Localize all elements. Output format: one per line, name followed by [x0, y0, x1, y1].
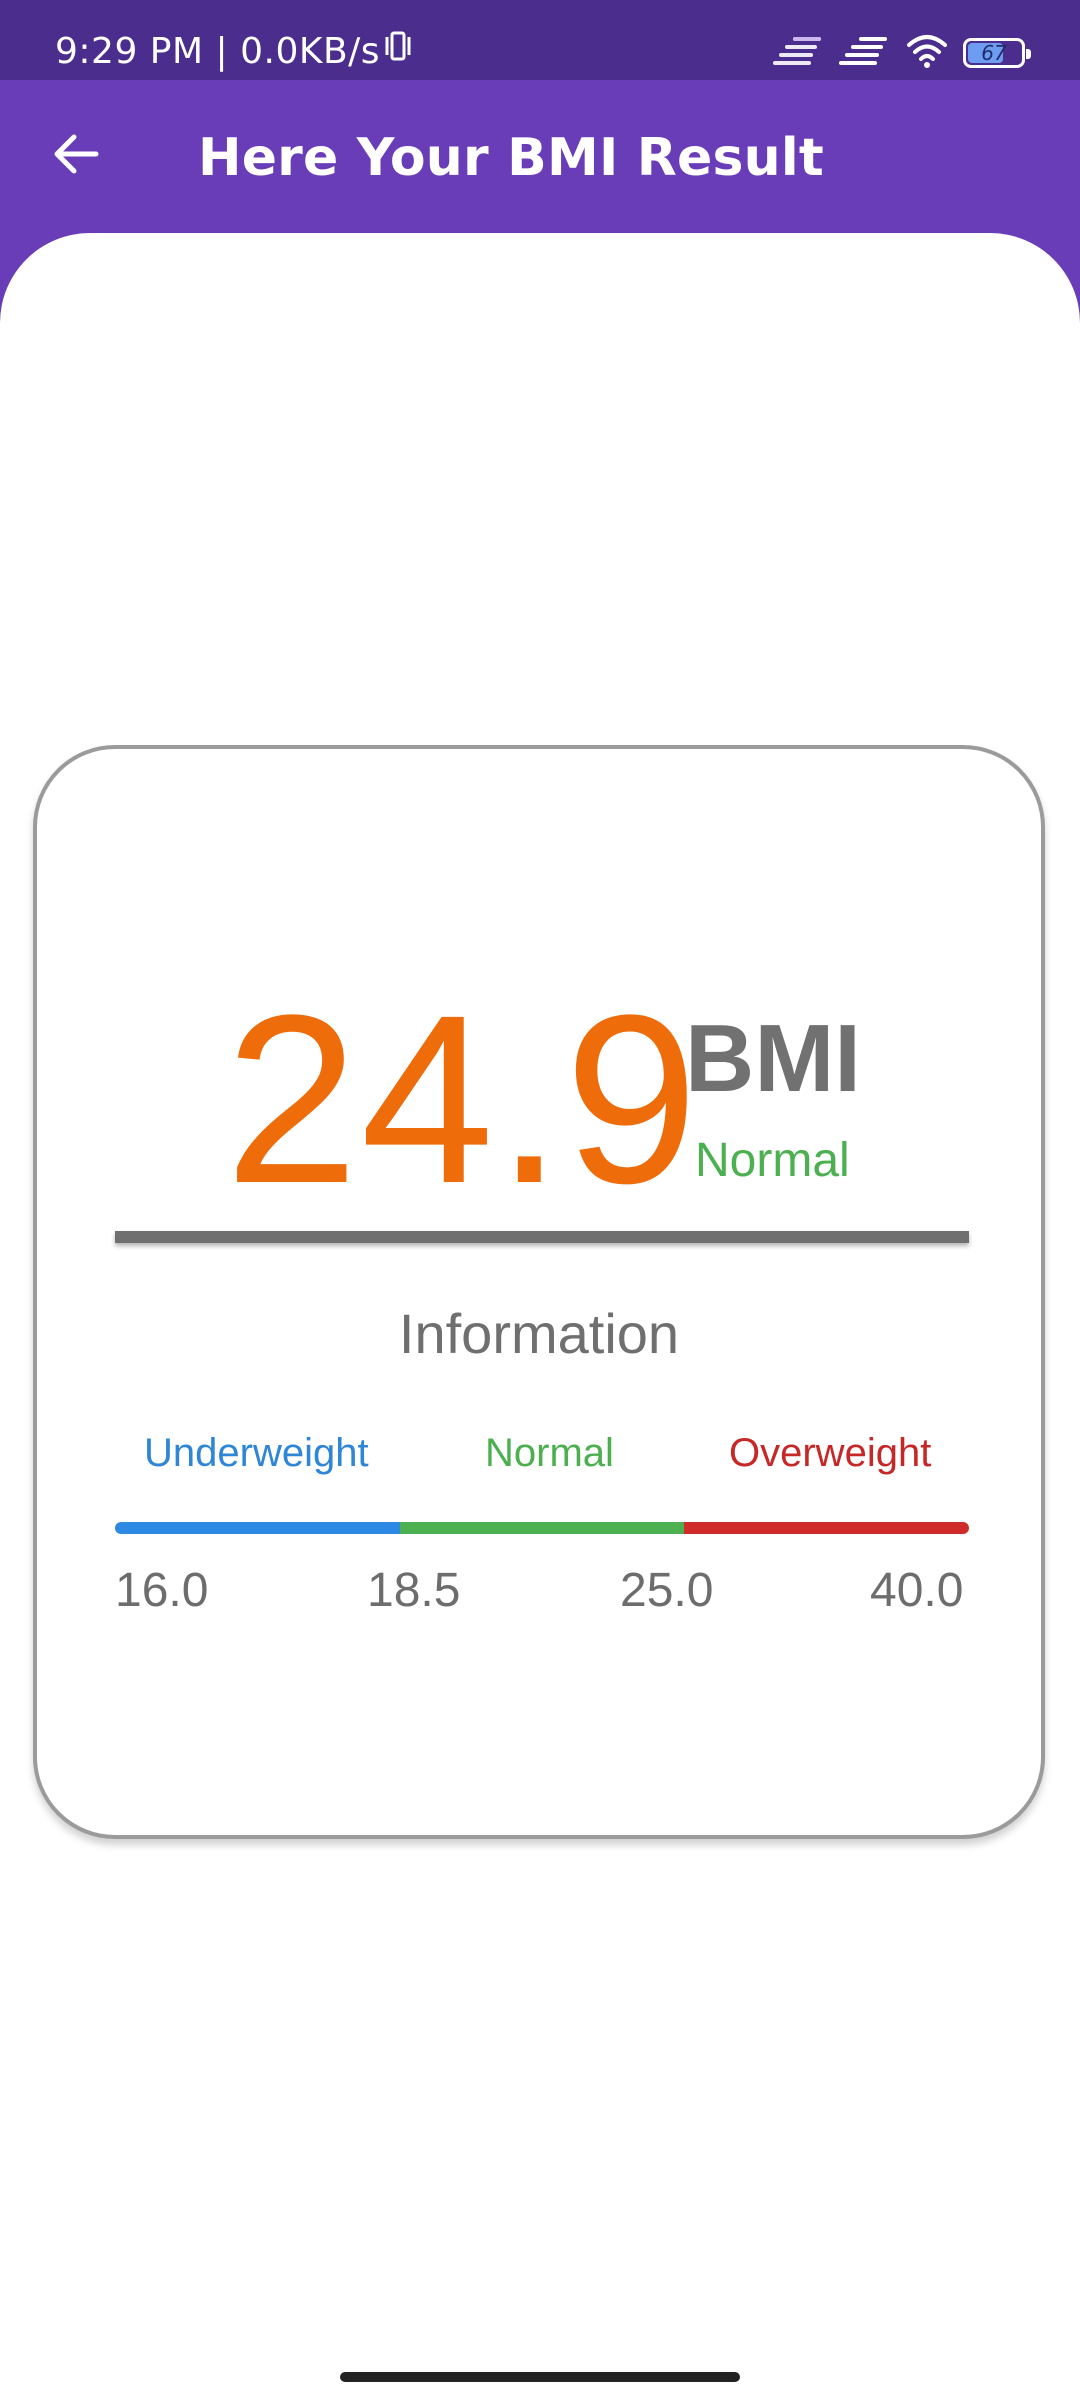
battery-level: 67 — [981, 41, 1007, 65]
bmi-category: Normal — [695, 1134, 850, 1187]
range-label-overweight: Overweight — [729, 1431, 932, 1475]
range-segment-underweight — [115, 1522, 400, 1534]
bmi-value: 24.9 — [225, 965, 701, 1233]
range-label-underweight: Underweight — [144, 1431, 369, 1475]
information-heading: Information — [398, 1302, 680, 1365]
status-right: 67 — [773, 28, 1031, 78]
result-card: 24.9 BMI Normal Information Underweight … — [33, 745, 1045, 1839]
bmi-unit: BMI — [685, 1005, 861, 1112]
status-time: 9:29 PM — [55, 31, 204, 72]
bmi-range-bar — [115, 1522, 969, 1534]
range-segment-normal — [399, 1522, 685, 1534]
signal-icon — [773, 33, 825, 73]
status-left: 9:29 PM | 0.0KB/s — [55, 0, 412, 80]
range-tick: 25.0 — [620, 1564, 714, 1617]
wifi-icon — [905, 33, 949, 73]
range-tick: 40.0 — [870, 1564, 964, 1617]
back-arrow-icon — [50, 128, 102, 184]
status-bar: 9:29 PM | 0.0KB/s 67 — [0, 0, 1080, 80]
battery-icon: 67 — [963, 38, 1031, 68]
app-bar: Here Your BMI Result — [0, 80, 1080, 235]
home-indicator[interactable] — [340, 2372, 740, 2382]
signal-icon — [839, 33, 891, 73]
network-speed: 0.0KB/s — [240, 31, 381, 72]
range-label-normal: Normal — [485, 1431, 614, 1475]
range-segment-overweight — [684, 1522, 969, 1534]
range-tick: 16.0 — [115, 1564, 209, 1617]
divider — [115, 1231, 969, 1243]
range-tick: 18.5 — [367, 1564, 461, 1617]
status-separator: | — [215, 31, 229, 72]
back-button[interactable] — [36, 116, 116, 196]
page-title: Here Your BMI Result — [198, 128, 824, 188]
